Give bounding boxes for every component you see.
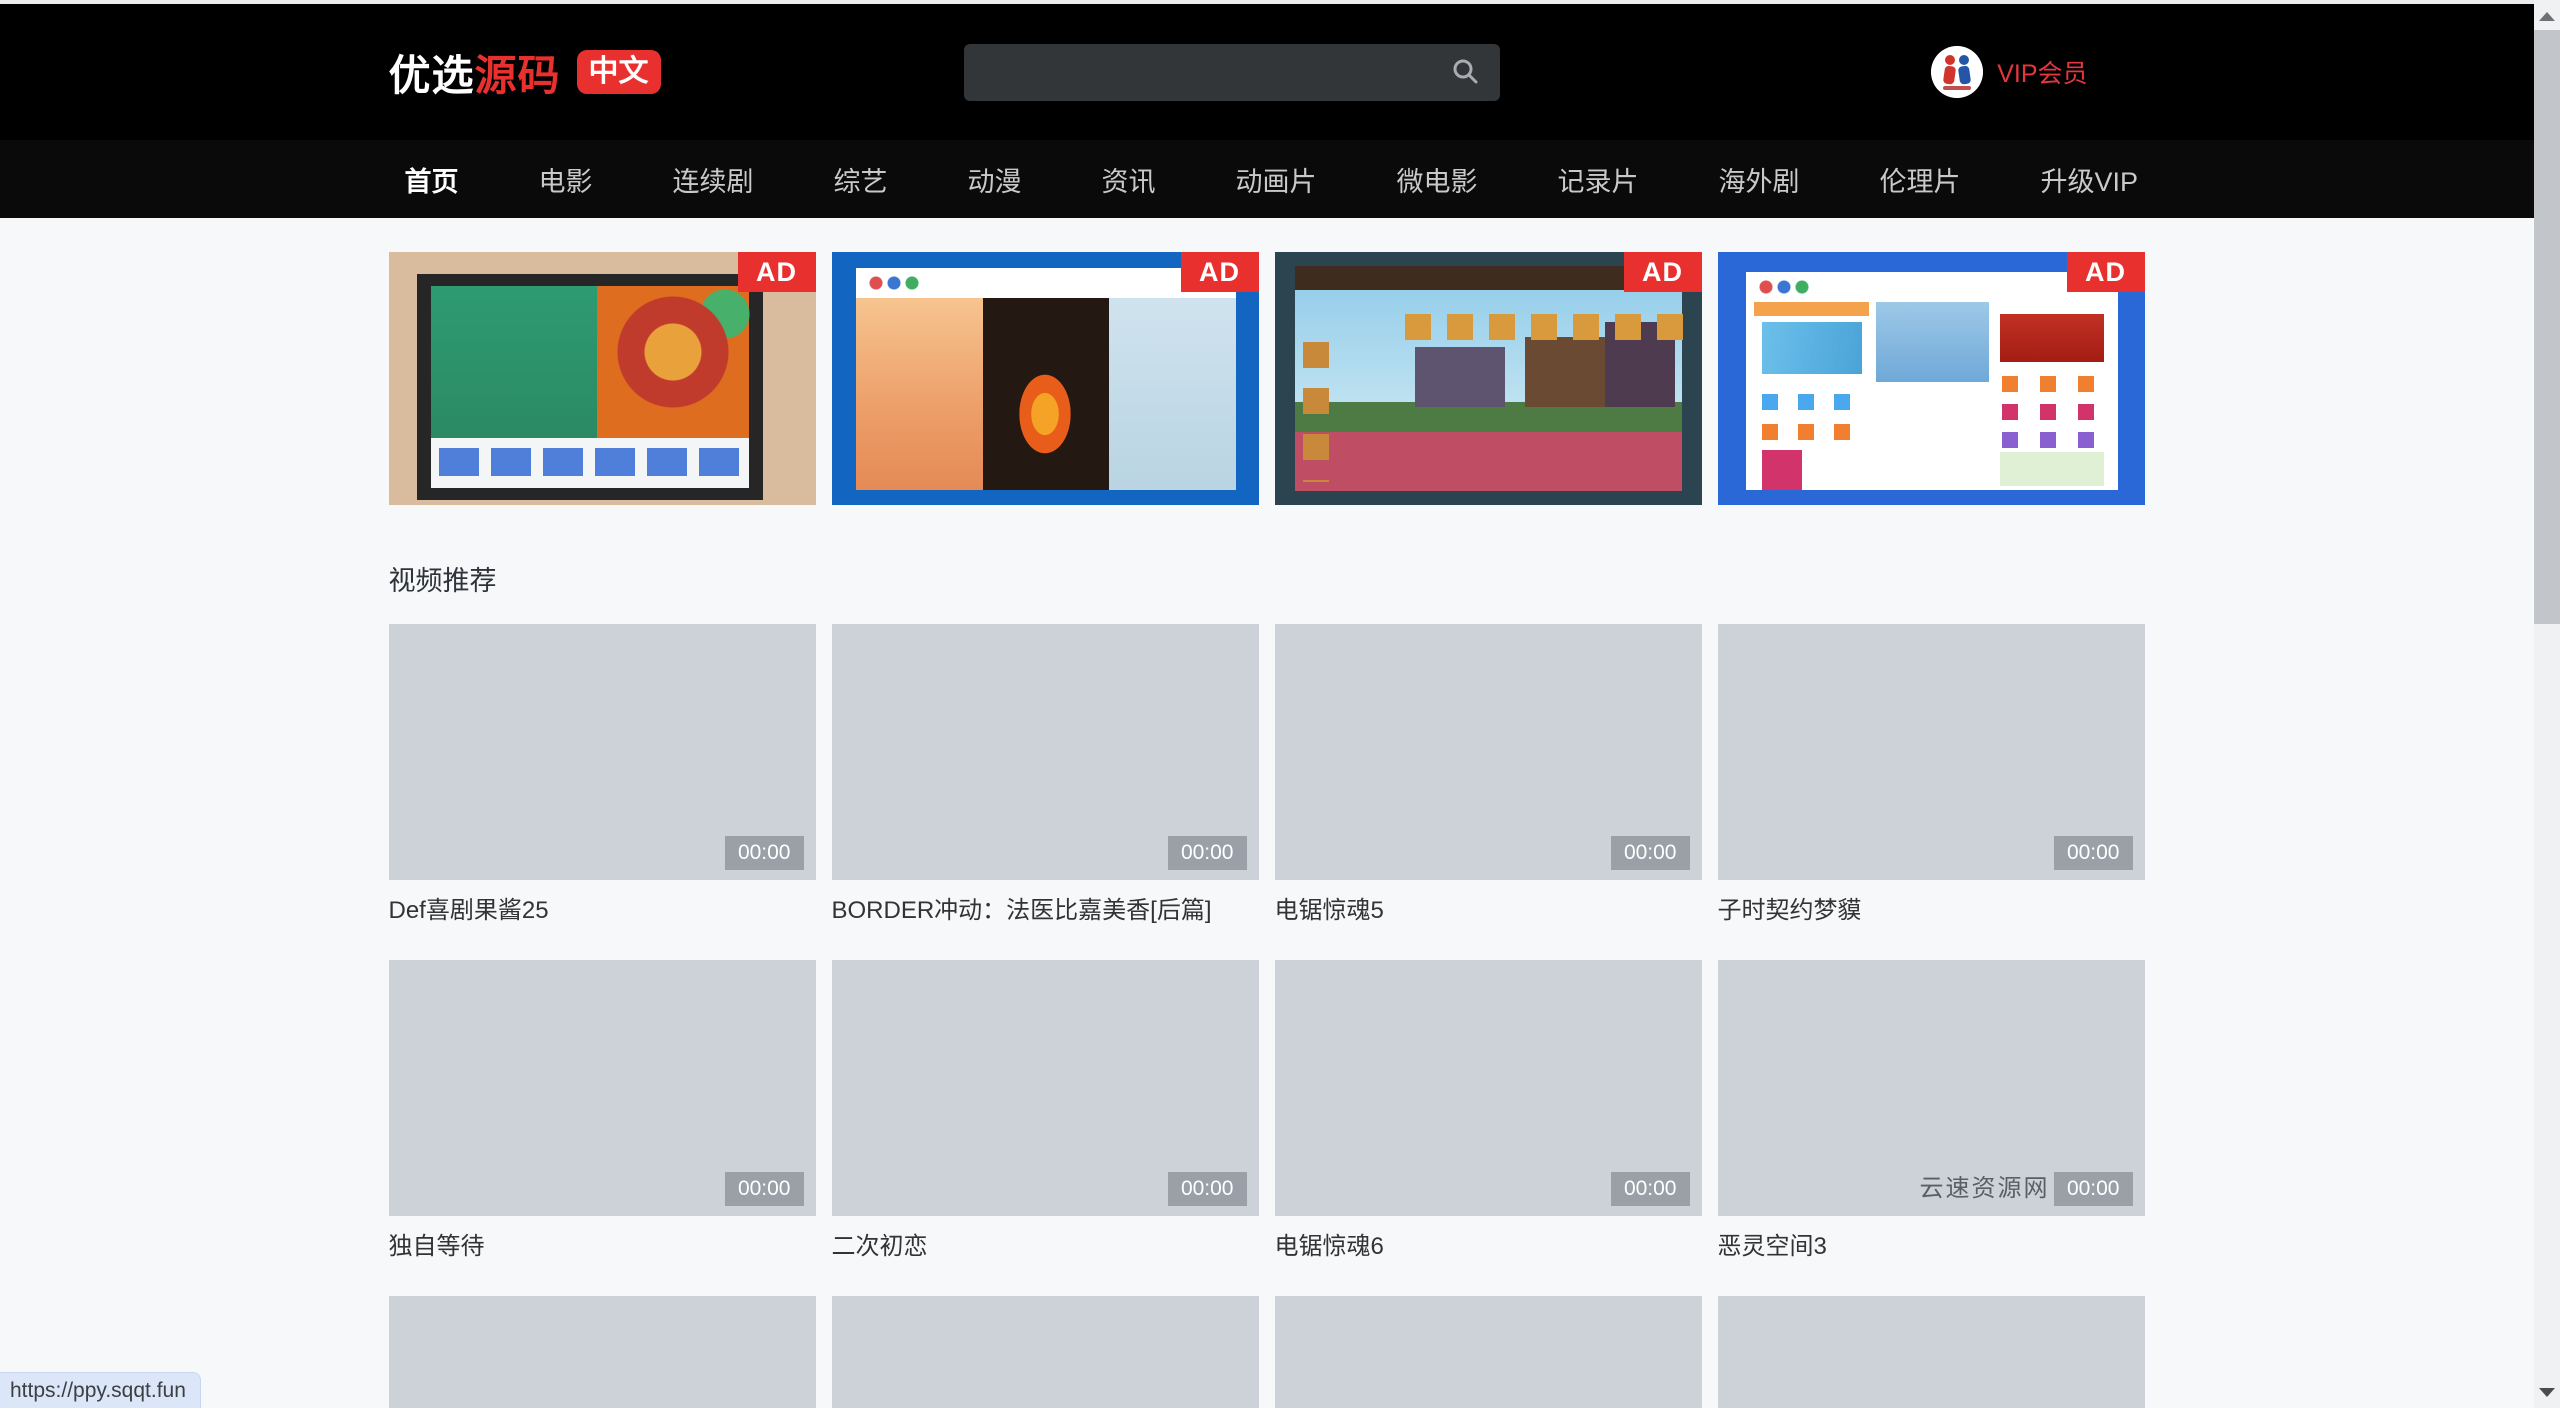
ad-banner-strategy-game[interactable]: AD (1275, 252, 1702, 505)
scroll-up-icon (2539, 12, 2555, 21)
scroll-down-icon (2539, 1388, 2555, 1397)
video-thumbnail[interactable]: 00:00 (832, 624, 1259, 880)
video-card[interactable]: 00:00 BORDER冲动：法医比嘉美香[后篇] (832, 624, 1259, 960)
video-card[interactable]: 00:00 Def喜剧果酱25 (389, 624, 816, 960)
video-card[interactable]: 云速资源网 00:00 恶灵空间3 (1718, 960, 2145, 1296)
video-grid: 00:00 Def喜剧果酱25 00:00 BORDER冲动：法医比嘉美香[后篇… (389, 624, 2146, 1408)
nav-item-label: 微电影 (1397, 167, 1478, 197)
duration-badge: 00:00 (1611, 1172, 1690, 1206)
video-thumbnail[interactable]: 00:00 (389, 960, 816, 1216)
user-area: VIP会员 (1931, 4, 2087, 140)
video-title[interactable]: 恶灵空间3 (1718, 1232, 2145, 1262)
video-card[interactable] (832, 1296, 1259, 1408)
video-title[interactable]: Def喜剧果酱25 (389, 896, 816, 926)
nav-item-8[interactable]: 记录片 (1558, 160, 1639, 199)
nav-item-label: 记录片 (1558, 167, 1639, 197)
nav-item-6[interactable]: 动画片 (1236, 160, 1317, 199)
vip-member-link[interactable]: VIP会员 (1997, 54, 2087, 90)
video-title[interactable]: BORDER冲动：法医比嘉美香[后篇] (832, 896, 1259, 926)
duration-badge: 00:00 (1168, 1172, 1247, 1206)
video-thumbnail[interactable] (1718, 1296, 2145, 1408)
main-nav: 首页 电影 连续剧 综艺 动漫 资讯 动画片 微电影 记录片 海外剧 伦理片 升… (0, 140, 2534, 218)
nav-item-9[interactable]: 海外剧 (1719, 160, 1800, 199)
search-bar (964, 44, 1500, 101)
search-input[interactable] (964, 44, 1430, 101)
video-thumbnail[interactable]: 云速资源网 00:00 (1718, 960, 2145, 1216)
scroll-down-button[interactable] (2534, 1378, 2560, 1406)
nav-item-label: 资讯 (1102, 167, 1156, 197)
nav-item-2[interactable]: 连续剧 (673, 160, 754, 199)
video-title[interactable]: 电锯惊魂6 (1275, 1232, 1702, 1262)
video-title[interactable]: 二次初恋 (832, 1232, 1259, 1262)
nav-item-5[interactable]: 资讯 (1102, 160, 1156, 199)
video-thumbnail[interactable]: 00:00 (832, 960, 1259, 1216)
ad-banner-shopping-app[interactable]: AD (1718, 252, 2145, 505)
video-thumbnail[interactable]: 00:00 (1275, 624, 1702, 880)
video-thumbnail[interactable] (832, 1296, 1259, 1408)
duration-badge: 00:00 (2054, 836, 2133, 870)
nav-item-1[interactable]: 电影 (539, 160, 593, 199)
main-nav-list: 首页 电影 连续剧 综艺 动漫 资讯 动画片 微电影 记录片 海外剧 伦理片 升… (389, 140, 2146, 218)
video-thumbnail[interactable] (389, 1296, 816, 1408)
nav-item-label: 海外剧 (1719, 167, 1800, 197)
logo-language-badge: 中文 (577, 50, 661, 94)
ad-banner-anime-game[interactable]: AD (832, 252, 1259, 505)
nav-item-label: 首页 (405, 167, 459, 197)
scroll-up-button[interactable] (2534, 2, 2560, 30)
video-thumbnail[interactable] (1275, 1296, 1702, 1408)
nav-item-label: 综艺 (834, 167, 888, 197)
video-thumbnail[interactable]: 00:00 (1718, 624, 2145, 880)
section-title: 视频推荐 (389, 559, 2146, 598)
nav-item-0[interactable]: 首页 (405, 160, 459, 199)
video-card[interactable] (1275, 1296, 1702, 1408)
logo-text-accent: 源码 (475, 52, 561, 99)
video-card[interactable] (1718, 1296, 2145, 1408)
scrollbar-thumb[interactable] (2534, 30, 2560, 624)
video-title[interactable]: 子时契约梦貘 (1718, 896, 2145, 926)
ad-badge: AD (2067, 252, 2145, 292)
nav-item-4[interactable]: 动漫 (968, 160, 1022, 199)
nav-item-label: 升级VIP (2041, 167, 2139, 197)
duration-badge: 00:00 (725, 836, 804, 870)
nav-item-7[interactable]: 微电影 (1397, 160, 1478, 199)
vertical-scrollbar[interactable] (2534, 0, 2560, 1408)
video-card[interactable]: 00:00 独自等待 (389, 960, 816, 1296)
video-card[interactable]: 00:00 子时契约梦貘 (1718, 624, 2145, 960)
link-preview-statusbar: https://ppy.sqqt.fun (0, 1372, 201, 1408)
ad-banner-dragon-website[interactable]: AD (389, 252, 816, 505)
duration-badge: 00:00 (725, 1172, 804, 1206)
duration-badge: 00:00 (1611, 836, 1690, 870)
nav-item-label: 连续剧 (673, 167, 754, 197)
thumbnail-watermark: 云速资源网 (1920, 1168, 2050, 1203)
nav-item-label: 动漫 (968, 167, 1022, 197)
nav-item-3[interactable]: 综艺 (834, 160, 888, 199)
video-thumbnail[interactable]: 00:00 (389, 624, 816, 880)
video-title[interactable]: 独自等待 (389, 1232, 816, 1262)
video-card[interactable]: 00:00 电锯惊魂5 (1275, 624, 1702, 960)
video-card[interactable] (389, 1296, 816, 1408)
video-thumbnail[interactable]: 00:00 (1275, 960, 1702, 1216)
ad-badge: AD (738, 252, 816, 292)
duration-badge: 00:00 (2054, 1172, 2133, 1206)
duration-badge: 00:00 (1168, 836, 1247, 870)
search-button[interactable] (1430, 44, 1500, 101)
avatar-logo-icon (1931, 46, 1983, 98)
search-icon (1450, 56, 1480, 89)
video-title[interactable]: 电锯惊魂5 (1275, 896, 1702, 926)
ad-badge: AD (1181, 252, 1259, 292)
nav-item-label: 电影 (539, 167, 593, 197)
video-card[interactable]: 00:00 二次初恋 (832, 960, 1259, 1296)
video-card[interactable]: 00:00 电锯惊魂6 (1275, 960, 1702, 1296)
nav-item-label: 动画片 (1236, 167, 1317, 197)
nav-item-10[interactable]: 伦理片 (1880, 160, 1961, 199)
nav-item-11[interactable]: 升级VIP (2041, 160, 2139, 199)
ad-row: AD AD AD AD (389, 252, 2146, 505)
site-header: 优选源码 中文 (0, 4, 2534, 140)
site-logo[interactable]: 优选源码 中文 (389, 42, 661, 103)
avatar[interactable] (1931, 46, 1983, 98)
ad-badge: AD (1624, 252, 1702, 292)
logo-text-primary: 优选 (389, 52, 475, 99)
nav-item-label: 伦理片 (1880, 167, 1961, 197)
